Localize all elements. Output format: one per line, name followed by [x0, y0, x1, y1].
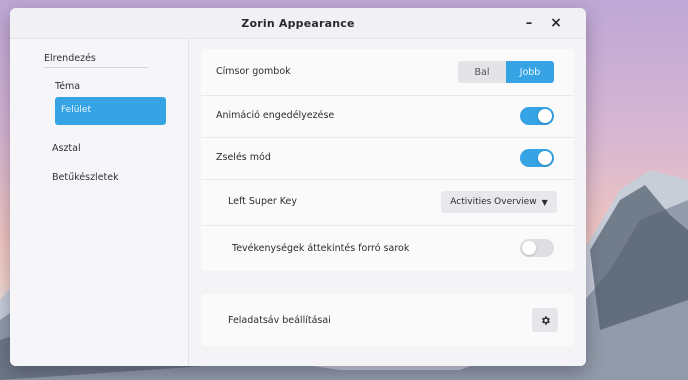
- hot-corner-row: Tevékenységek áttekintés forró sarok: [201, 225, 574, 271]
- toggle-knob: [522, 241, 536, 255]
- animations-toggle[interactable]: [520, 107, 554, 125]
- animations-row: Animáció engedélyezése: [201, 95, 574, 138]
- appearance-window: Zorin Appearance – × Elrendezés Téma Fel…: [10, 8, 586, 366]
- title-buttons-row: Címsor gombok Bal Jobb: [201, 49, 574, 96]
- toggle-knob: [538, 109, 552, 123]
- taskbar-card: Feladatsáv beállításai: [201, 294, 574, 346]
- gear-icon: [541, 315, 550, 325]
- super-key-value: Activities Overview: [450, 197, 537, 207]
- hot-corner-label: Tevékenységek áttekintés forró sarok: [232, 243, 410, 254]
- taskbar-settings-button[interactable]: [532, 308, 558, 332]
- sidebar-item-fonts[interactable]: Betűkészletek: [52, 172, 119, 183]
- super-key-row: Left Super Key Activities Overview ▼: [201, 179, 574, 226]
- title-buttons-label: Címsor gombok: [216, 66, 291, 77]
- left-option-button[interactable]: Bal: [458, 61, 506, 83]
- jelly-mode-row: Zselés mód: [201, 137, 574, 180]
- jelly-mode-toggle[interactable]: [520, 149, 554, 167]
- sidebar-divider: [44, 67, 148, 68]
- hot-corner-toggle[interactable]: [520, 239, 554, 257]
- settings-content: Címsor gombok Bal Jobb Animáció engedély…: [189, 39, 586, 366]
- caret-down-icon: ▼: [541, 197, 548, 207]
- sidebar-item-theme[interactable]: Téma: [55, 81, 80, 92]
- settings-card: Címsor gombok Bal Jobb Animáció engedély…: [201, 49, 574, 271]
- title-buttons-switch: Bal Jobb: [458, 61, 554, 83]
- jelly-mode-label: Zselés mód: [216, 152, 271, 163]
- animations-label: Animáció engedélyezése: [216, 110, 335, 121]
- toggle-knob: [538, 151, 552, 165]
- super-key-dropdown[interactable]: Activities Overview ▼: [441, 191, 557, 213]
- sidebar-item-interface[interactable]: Felület: [55, 97, 166, 125]
- close-icon[interactable]: ×: [546, 13, 566, 33]
- sidebar-item-label: Felület: [61, 105, 91, 115]
- minimize-icon[interactable]: –: [519, 13, 539, 33]
- title-bar: Zorin Appearance – ×: [10, 8, 586, 39]
- right-option-button[interactable]: Jobb: [506, 61, 554, 83]
- window-title: Zorin Appearance: [241, 16, 355, 30]
- taskbar-settings-label: Feladatsáv beállításai: [228, 315, 331, 326]
- sidebar-item-desktop[interactable]: Asztal: [52, 143, 81, 154]
- sidebar-item-layout[interactable]: Elrendezés: [44, 53, 96, 64]
- super-key-label: Left Super Key: [228, 196, 297, 207]
- sidebar: Elrendezés Téma Felület Asztal Betűkészl…: [10, 39, 189, 366]
